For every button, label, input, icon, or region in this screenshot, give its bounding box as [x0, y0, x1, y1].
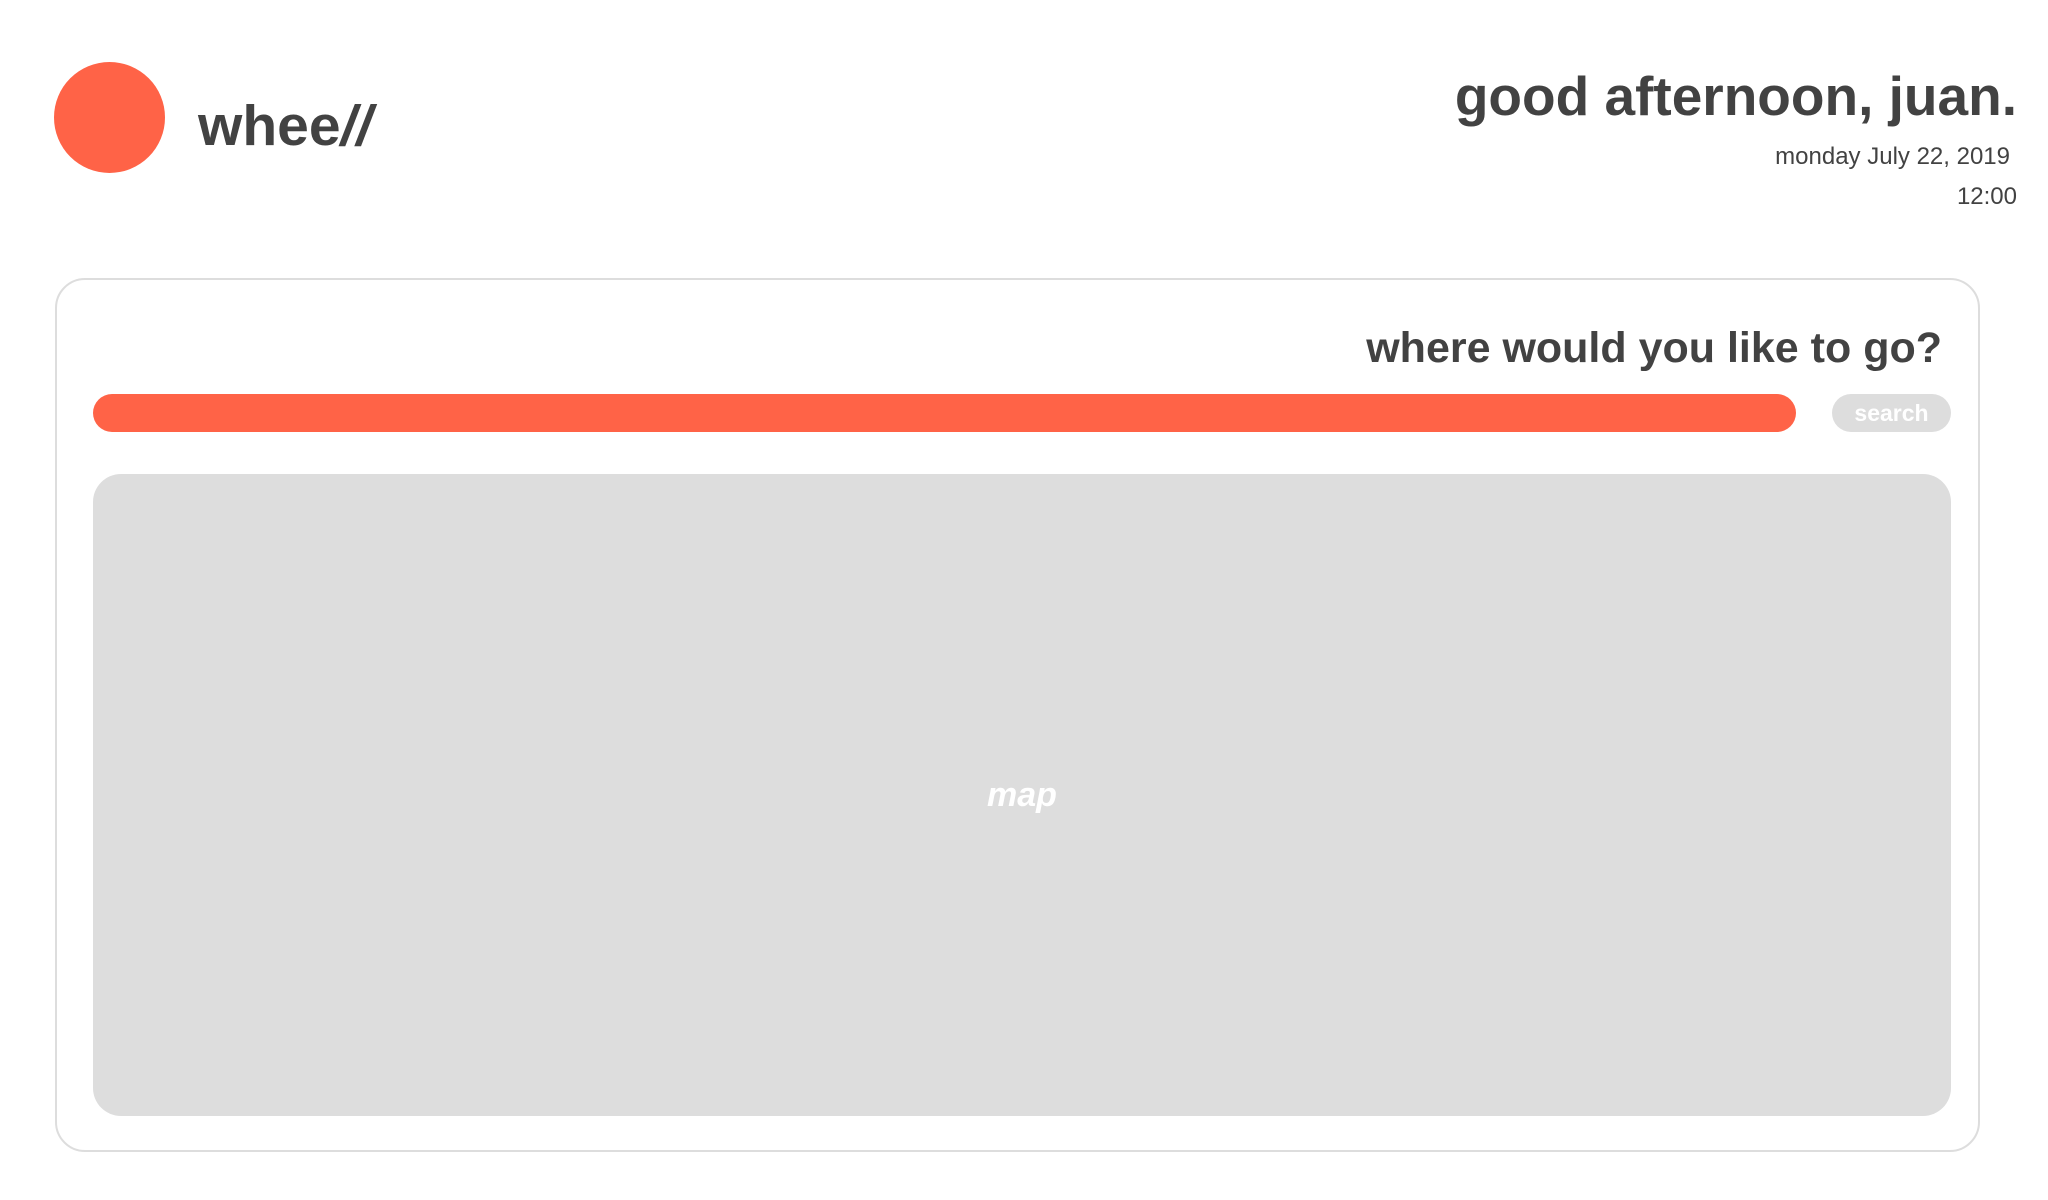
- map-panel[interactable]: map: [93, 474, 1951, 1116]
- current-date: monday July 22, 2019: [1775, 143, 2010, 170]
- brand-wordmark: whee//: [198, 92, 372, 160]
- search-button[interactable]: search: [1832, 394, 1951, 432]
- map-label: map: [987, 775, 1057, 814]
- greeting-heading: good afternoon, juan.: [1454, 65, 2017, 127]
- destination-question: where would you like to go?: [1366, 324, 1942, 372]
- current-time: 12:00: [1956, 183, 2017, 210]
- destination-card: where would you like to go? search map: [55, 278, 1980, 1152]
- brand-name: whee: [198, 94, 341, 158]
- brand-slash-mark: //: [340, 94, 373, 158]
- greeting-block: good afternoon, juan. monday July 22, 20…: [1455, 62, 2017, 212]
- destination-search-input[interactable]: [93, 394, 1796, 432]
- logo-circle-icon: [54, 62, 165, 173]
- app-page: whee// good afternoon, juan. monday July…: [0, 0, 2048, 1200]
